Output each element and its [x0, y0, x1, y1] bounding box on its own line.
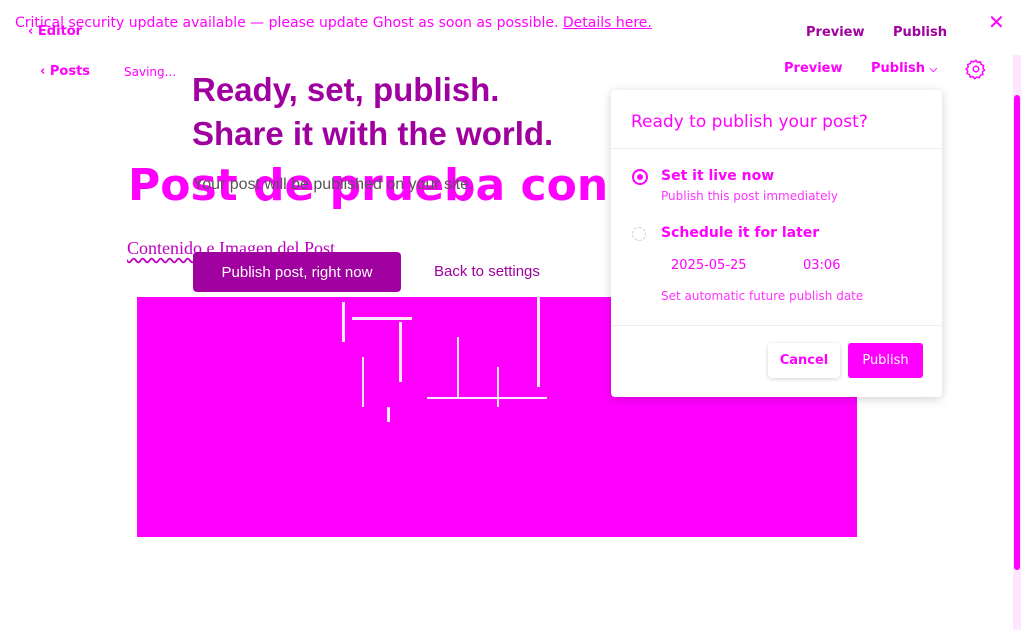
schedule-date-input[interactable]: 2025-05-25	[661, 250, 791, 280]
publish-subtext: Your post will be published on your site…	[193, 176, 474, 193]
posts-back-link[interactable]: ‹ Posts	[40, 64, 90, 79]
option-schedule-title[interactable]: Schedule it for later	[661, 225, 819, 241]
radio-publish-now[interactable]	[632, 169, 648, 185]
popover-title: Ready to publish your post?	[631, 112, 868, 132]
editor-back-label: Editor	[37, 24, 83, 39]
chevron-left-icon: ‹	[28, 24, 34, 39]
chevron-down-icon: ⌵	[929, 64, 938, 75]
gear-icon[interactable]	[965, 58, 987, 84]
divider	[611, 325, 942, 326]
back-to-settings-link[interactable]: Back to settings	[434, 263, 540, 280]
option-publish-now-title[interactable]: Set it live now	[661, 168, 774, 184]
preview-button[interactable]: Preview	[784, 61, 843, 76]
scrollbar-thumb[interactable]	[1014, 95, 1020, 570]
publish-menu-label: Publish	[871, 61, 925, 76]
posts-label: Posts	[49, 64, 91, 79]
banner-message: Critical security update available — ple…	[15, 15, 559, 31]
close-icon[interactable]: ✕	[988, 12, 1005, 32]
schedule-time-input[interactable]: 03:06	[793, 250, 923, 280]
headline-line-2: Share it with the world.	[192, 115, 554, 152]
divider	[611, 148, 942, 149]
chevron-left-icon: ‹	[40, 64, 46, 79]
option-publish-now-desc: Publish this post immediately	[661, 189, 838, 203]
option-schedule-desc: Set automatic future publish date	[661, 289, 864, 303]
cancel-button[interactable]: Cancel	[768, 343, 840, 378]
save-status: Saving...	[124, 65, 177, 79]
confirm-publish-button[interactable]: Publish	[848, 343, 923, 378]
radio-schedule[interactable]	[632, 227, 646, 241]
publish-menu-button[interactable]: Publish ⌵	[871, 61, 937, 76]
banner-details-link[interactable]: Details here.	[563, 15, 652, 31]
publish-headline: Ready, set, publish. Share it with the w…	[192, 68, 553, 156]
security-banner: Critical security update available — ple…	[15, 15, 652, 31]
headline-line-1: Ready, set, publish.	[192, 71, 500, 108]
top-preview-button[interactable]: Preview	[806, 25, 865, 40]
publish-popover: Ready to publish your post? Set it live …	[611, 90, 942, 397]
top-publish-button[interactable]: Publish	[893, 25, 947, 40]
publish-now-button[interactable]: Publish post, right now	[193, 252, 401, 292]
editor-back-link[interactable]: ‹ Editor	[28, 24, 82, 39]
